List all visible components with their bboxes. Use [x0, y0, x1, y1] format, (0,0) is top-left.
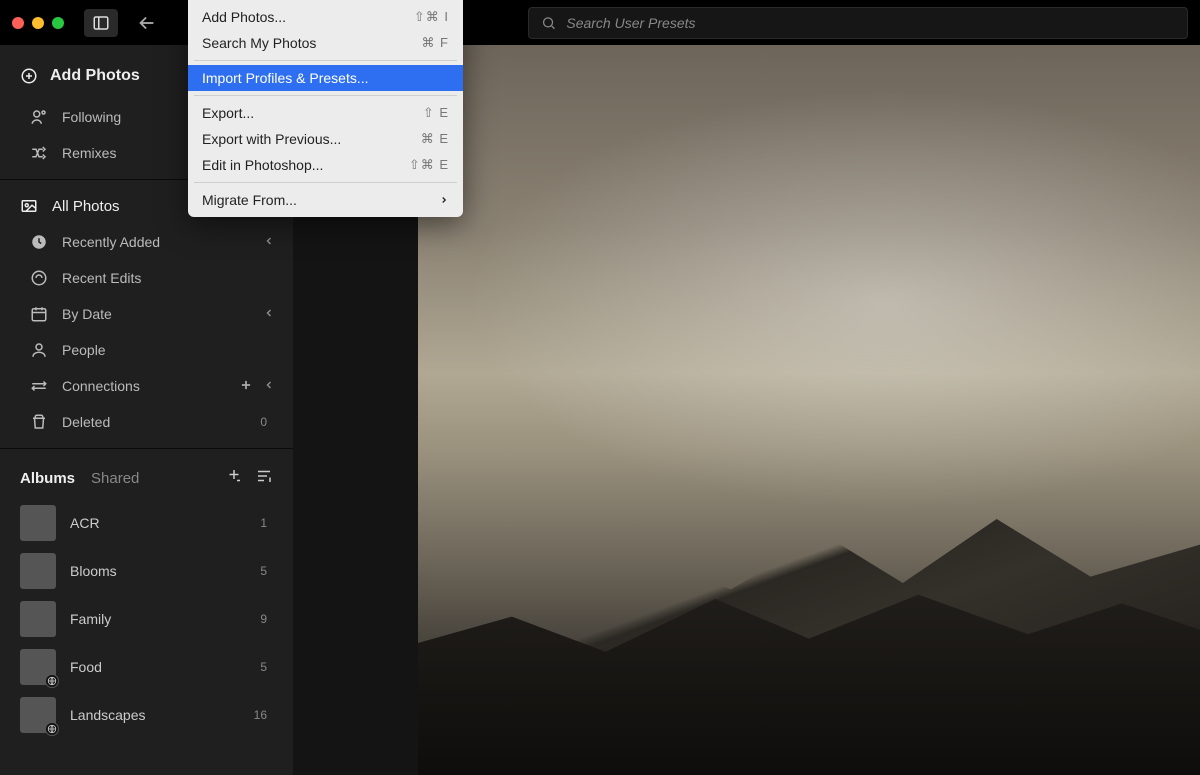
album-name: Landscapes [70, 707, 146, 723]
menu-item-search-my-photos[interactable]: Search My Photos ⌘ F [188, 30, 463, 56]
album-name: Family [70, 611, 111, 627]
album-thumbnail [20, 601, 56, 637]
tab-shared[interactable]: Shared [91, 470, 139, 487]
album-name: Blooms [70, 563, 117, 579]
menu-separator [194, 60, 457, 61]
back-button[interactable] [136, 12, 158, 34]
recent-edits-label: Recent Edits [62, 270, 141, 286]
connections-label: Connections [62, 378, 140, 394]
add-connection-button[interactable] [239, 378, 253, 395]
album-item[interactable]: Blooms 5 [0, 547, 293, 595]
album-count: 1 [260, 516, 273, 530]
add-photos-label: Add Photos [50, 67, 140, 85]
people-label: People [62, 342, 106, 358]
menu-label: Search My Photos [202, 35, 316, 51]
close-window-button[interactable] [12, 17, 24, 29]
menu-item-migrate-from[interactable]: Migrate From... [188, 187, 463, 213]
search-icon [541, 15, 556, 31]
add-album-button[interactable] [225, 467, 243, 489]
clock-icon [30, 233, 48, 251]
album-item[interactable]: Food 5 [0, 643, 293, 691]
sidebar-item-deleted[interactable]: Deleted 0 [0, 404, 293, 440]
album-name: Food [70, 659, 102, 675]
deleted-label: Deleted [62, 414, 110, 430]
all-photos-label: All Photos [52, 198, 120, 215]
albums-header: Albums Shared [0, 457, 293, 499]
album-count: 5 [260, 564, 273, 578]
menu-separator [194, 95, 457, 96]
remixes-icon [30, 144, 48, 162]
chevron-left-icon [263, 234, 275, 250]
connections-icon [30, 377, 48, 395]
menu-label: Export with Previous... [202, 131, 341, 147]
menu-shortcut: ⇧⌘ E [409, 157, 449, 173]
following-icon [30, 108, 48, 126]
album-thumbnail [20, 553, 56, 589]
menu-item-export[interactable]: Export... ⇧ E [188, 100, 463, 126]
menu-item-edit-photoshop[interactable]: Edit in Photoshop... ⇧⌘ E [188, 152, 463, 178]
album-item[interactable]: ACR 1 [0, 499, 293, 547]
chevron-left-icon [263, 306, 275, 322]
album-thumbnail [20, 505, 56, 541]
sidebar-item-recently-added[interactable]: Recently Added [0, 224, 293, 260]
file-menu: Add Photos... ⇧⌘ I Search My Photos ⌘ F … [188, 0, 463, 217]
album-count: 9 [260, 612, 273, 626]
photo-preview[interactable] [418, 45, 1200, 775]
chevron-left-icon [263, 378, 275, 394]
sort-albums-button[interactable] [255, 467, 273, 489]
menu-shortcut: ⌘ F [421, 35, 449, 51]
menu-item-add-photos[interactable]: Add Photos... ⇧⌘ I [188, 4, 463, 30]
search-input[interactable] [566, 15, 1175, 31]
calendar-icon [30, 305, 48, 323]
panel-toggle-button[interactable] [84, 9, 118, 37]
window-bar [0, 0, 1200, 45]
remixes-label: Remixes [62, 145, 116, 161]
album-thumbnail [20, 649, 56, 685]
globe-badge-icon [45, 722, 59, 736]
arrow-left-icon [136, 12, 158, 34]
menu-label: Export... [202, 105, 254, 121]
album-count: 16 [254, 708, 273, 722]
grid-icon [20, 197, 38, 215]
deleted-count: 0 [260, 415, 273, 429]
sidebar-item-recent-edits[interactable]: Recent Edits [0, 260, 293, 296]
chevron-right-icon [439, 192, 449, 208]
following-label: Following [62, 109, 121, 125]
plus-circle-icon [20, 67, 38, 85]
menu-shortcut: ⇧⌘ I [414, 9, 449, 25]
sidebar-item-by-date[interactable]: By Date [0, 296, 293, 332]
menu-separator [194, 182, 457, 183]
album-item[interactable]: Family 9 [0, 595, 293, 643]
album-thumbnail [20, 697, 56, 733]
menu-item-import-profiles-presets[interactable]: Import Profiles & Presets... [188, 65, 463, 91]
menu-label: Import Profiles & Presets... [202, 70, 369, 86]
sidebar-item-connections[interactable]: Connections [0, 368, 293, 404]
menu-shortcut: ⌘ E [421, 131, 449, 147]
album-name: ACR [70, 515, 100, 531]
tab-albums[interactable]: Albums [20, 470, 75, 487]
trash-icon [30, 413, 48, 431]
recently-added-label: Recently Added [62, 234, 160, 250]
menu-label: Migrate From... [202, 192, 297, 208]
menu-shortcut: ⇧ E [423, 105, 449, 121]
menu-item-export-previous[interactable]: Export with Previous... ⌘ E [188, 126, 463, 152]
panel-icon [92, 14, 110, 32]
by-date-label: By Date [62, 306, 112, 322]
sidebar-item-people[interactable]: People [0, 332, 293, 368]
minimize-window-button[interactable] [32, 17, 44, 29]
menu-label: Edit in Photoshop... [202, 157, 323, 173]
album-count: 5 [260, 660, 273, 674]
album-item[interactable]: Landscapes 16 [0, 691, 293, 739]
search-bar[interactable] [528, 7, 1188, 39]
recent-edits-icon [30, 269, 48, 287]
traffic-lights [12, 17, 64, 29]
globe-badge-icon [45, 674, 59, 688]
maximize-window-button[interactable] [52, 17, 64, 29]
person-icon [30, 341, 48, 359]
menu-label: Add Photos... [202, 9, 286, 25]
